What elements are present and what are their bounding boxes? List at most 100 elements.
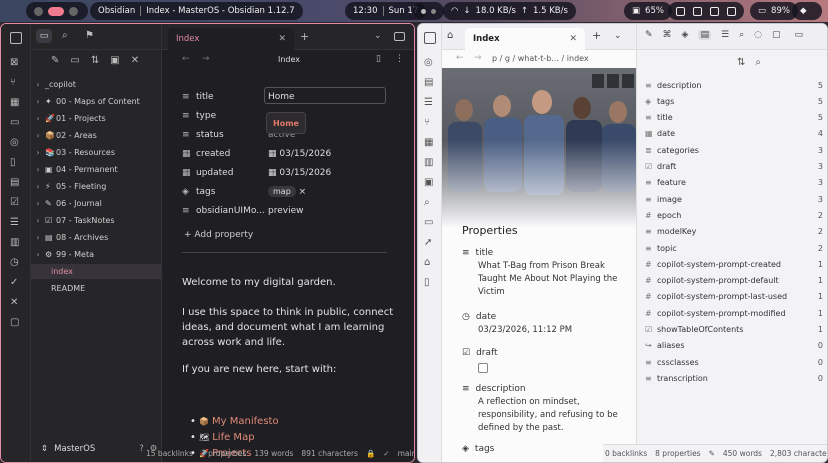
window-controls[interactable]: [26, 2, 88, 20]
all-property-item[interactable]: # epoch 2: [645, 207, 823, 223]
pin-icon[interactable]: ✎: [645, 30, 653, 40]
tag-icon[interactable]: ◈: [682, 30, 689, 40]
help-icon[interactable]: ◎: [424, 57, 436, 69]
display-icon[interactable]: [710, 6, 719, 16]
property-row[interactable]: ▦ updated ▦ 03/15/2026: [182, 164, 392, 181]
archive-icon[interactable]: ▤: [698, 30, 711, 40]
property-key[interactable]: draft: [476, 348, 497, 358]
property-key[interactable]: description: [476, 384, 526, 394]
add-property-button[interactable]: + Add property: [184, 230, 253, 240]
sidebar-toggle-icon[interactable]: ▭: [794, 30, 803, 40]
chevron-right-icon[interactable]: ›: [31, 97, 45, 106]
property-key[interactable]: title: [196, 92, 268, 102]
new-tab-icon[interactable]: +: [300, 30, 309, 43]
timer-icon[interactable]: ◷: [10, 257, 22, 269]
backlinks-count[interactable]: 15 backlinks: [146, 449, 193, 458]
edit-icon[interactable]: ✎: [709, 449, 715, 458]
tab-index[interactable]: Index ✕: [168, 28, 294, 50]
check-icon[interactable]: ✓: [10, 277, 22, 289]
bookmark-icon[interactable]: ⚑: [85, 30, 94, 41]
chevron-right-icon[interactable]: ›: [31, 216, 45, 225]
control-dot[interactable]: [69, 6, 78, 16]
control-center-icon[interactable]: [727, 6, 736, 16]
suggestion-item[interactable]: Home: [273, 119, 299, 128]
extra-pill[interactable]: ◆: [792, 2, 822, 20]
calendar-icon[interactable]: [676, 6, 685, 16]
checkbox-icon[interactable]: ☑: [10, 197, 22, 209]
lock-icon[interactable]: 🔒: [366, 449, 375, 458]
home-icon[interactable]: ⌂: [424, 257, 436, 269]
property-key[interactable]: title: [476, 248, 494, 258]
explorer-item[interactable]: index: [31, 264, 162, 279]
property-row[interactable]: ≡ obsidianUIMo... preview: [182, 202, 392, 219]
property-type-icon[interactable]: ◷: [462, 312, 470, 322]
property-key[interactable]: tags: [196, 187, 268, 197]
date-value[interactable]: 03/15/2026: [279, 168, 331, 178]
sidebar-toggle-icon[interactable]: [10, 32, 22, 44]
property-key[interactable]: type: [196, 111, 268, 121]
app-title-pill[interactable]: Obsidian Index - MasterOS - Obsidian 1.1…: [90, 2, 303, 20]
internal-link[interactable]: Life Map: [212, 432, 254, 443]
all-property-item[interactable]: ↪ aliases 0: [645, 338, 823, 354]
tab-list-chevron-icon[interactable]: ⌄: [374, 31, 382, 41]
explorer-item[interactable]: › 🚀 01 - Projects: [31, 111, 162, 126]
terminal-icon[interactable]: ▭: [10, 117, 22, 129]
property-key[interactable]: obsidianUIMo...: [196, 206, 268, 216]
branch-icon[interactable]: ⑂: [424, 117, 436, 129]
sort-icon[interactable]: ⇅: [737, 57, 745, 68]
network-pill[interactable]: ◠ ↓ 18.0 KB/s ↑ 1.5 KB/s: [443, 2, 576, 20]
columns-icon[interactable]: ▥: [10, 237, 22, 249]
property-type-icon[interactable]: ≡: [182, 130, 196, 140]
more-options-icon[interactable]: ⋮: [395, 54, 404, 64]
vault-switcher[interactable]: ⇕ MasterOS ? ⚙: [31, 434, 162, 462]
sort-icon[interactable]: ⇅: [91, 55, 99, 66]
property-value[interactable]: map ×: [268, 185, 392, 197]
chevron-right-icon[interactable]: ›: [31, 250, 45, 259]
explorer-item[interactable]: › 📚 03 - Resources: [31, 145, 162, 160]
tab-index[interactable]: Index ✕: [465, 28, 585, 50]
chevron-right-icon[interactable]: ›: [31, 148, 45, 157]
reading-view-icon[interactable]: ▯: [376, 54, 381, 64]
property-key[interactable]: updated: [196, 168, 268, 178]
explorer-item[interactable]: › ✦ 00 - Maps of Content: [31, 94, 162, 109]
property-value[interactable]: What T-Bag from Prison Break Taught Me A…: [462, 260, 632, 299]
terminal-icon[interactable]: ▭: [424, 217, 436, 229]
clipboard-icon[interactable]: [693, 6, 702, 16]
search-icon[interactable]: ⌕: [755, 57, 761, 68]
property-row[interactable]: ▦ created ▦ 03/15/2026: [182, 145, 392, 162]
all-property-item[interactable]: ≡ description 5: [645, 77, 823, 93]
rocket-icon[interactable]: ➚: [424, 237, 436, 249]
property-key[interactable]: tags: [475, 444, 494, 454]
property-value[interactable]: preview: [268, 206, 392, 216]
property-key[interactable]: status: [196, 130, 268, 140]
file-icon[interactable]: ▯: [424, 277, 436, 289]
calendar-icon[interactable]: ▦: [268, 149, 279, 159]
breadcrumb[interactable]: p / g / what-t-b... / index: [492, 54, 630, 63]
chevron-right-icon[interactable]: ›: [31, 182, 45, 191]
chevron-right-icon[interactable]: ›: [31, 199, 45, 208]
property-row[interactable]: ◈ tags map ×: [182, 183, 392, 200]
graph-icon[interactable]: ⊠: [10, 57, 22, 69]
check-icon[interactable]: ✓: [383, 449, 389, 458]
explorer-item[interactable]: › ⚡ 05 - Fleeting: [31, 179, 162, 194]
back-arrow-icon[interactable]: ←: [456, 53, 464, 63]
property-value[interactable]: A reflection on mindset, responsibility,…: [462, 396, 632, 435]
help-icon[interactable]: ?: [139, 444, 144, 454]
book-icon[interactable]: ▯: [10, 157, 22, 169]
all-property-item[interactable]: ≣ categories 3: [645, 142, 823, 158]
property-key[interactable]: created: [196, 149, 268, 159]
zoom-icon[interactable]: ⌕: [739, 30, 744, 40]
tab-close-icon[interactable]: ✕: [569, 34, 577, 44]
dot-icon[interactable]: ◌: [754, 30, 762, 40]
property-type-icon[interactable]: ◈: [462, 444, 469, 454]
property-key-row[interactable]: ≡ description: [462, 382, 632, 396]
control-dot-active[interactable]: [48, 6, 64, 16]
chevron-right-icon[interactable]: ›: [31, 233, 45, 242]
all-property-item[interactable]: ≡ cssclasses 0: [645, 354, 823, 370]
right-sidebar-toggle-icon[interactable]: [394, 32, 405, 41]
title-input-outline[interactable]: [264, 87, 386, 104]
property-value[interactable]: ▦ 03/15/2026: [268, 168, 392, 178]
new-tab-icon[interactable]: +: [592, 29, 601, 42]
property-type-icon[interactable]: ▦: [182, 168, 196, 178]
explorer-item[interactable]: › _copilot: [31, 77, 162, 92]
